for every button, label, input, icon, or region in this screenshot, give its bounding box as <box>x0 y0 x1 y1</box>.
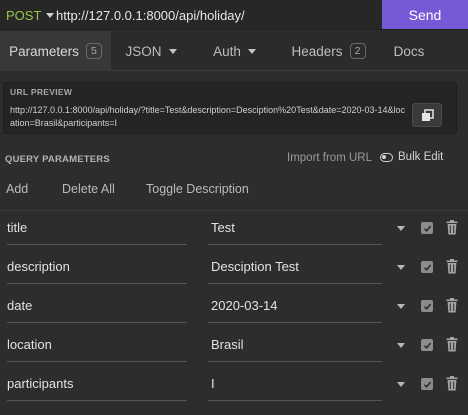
trash-icon[interactable] <box>446 337 458 352</box>
chevron-down-icon[interactable] <box>397 265 405 270</box>
import-from-url-button[interactable]: Import from URL <box>287 152 372 164</box>
param-name-input[interactable]: location <box>7 328 187 362</box>
param-row: title Test <box>0 211 468 245</box>
param-row: description Desciption Test <box>0 250 468 284</box>
tab-docs[interactable]: Docs <box>379 31 439 71</box>
check-icon <box>423 302 431 310</box>
trash-icon[interactable] <box>446 259 458 274</box>
enable-checkbox[interactable] <box>421 261 433 273</box>
enable-checkbox[interactable] <box>421 378 433 390</box>
param-value-input[interactable]: 2020-03-14 <box>208 289 382 323</box>
copy-icon <box>421 108 434 121</box>
chevron-down-icon <box>168 48 177 54</box>
param-row: participants I <box>0 367 468 401</box>
url-preview-title: URL PREVIEW <box>10 87 73 97</box>
chevron-down-icon[interactable] <box>397 226 405 231</box>
enable-checkbox[interactable] <box>421 222 433 234</box>
param-value-input[interactable]: Desciption Test <box>208 250 382 284</box>
trash-icon[interactable] <box>446 298 458 313</box>
tab-count-badge: 5 <box>85 43 102 59</box>
enable-checkbox[interactable] <box>421 339 433 351</box>
url-preview: URL PREVIEW http://127.0.0.1:8000/api/ho… <box>3 82 457 134</box>
param-row: location Brasil <box>0 328 468 362</box>
url-input[interactable] <box>56 6 376 24</box>
chevron-down-icon <box>247 48 256 54</box>
toggle-icon <box>380 152 393 162</box>
method-selector[interactable]: POST <box>6 6 55 24</box>
method-label: POST <box>6 7 42 23</box>
param-value-input[interactable]: Brasil <box>208 328 382 362</box>
param-name-input[interactable]: participants <box>7 367 187 401</box>
bulk-edit-label: Bulk Edit <box>398 151 444 163</box>
enable-checkbox[interactable] <box>421 300 433 312</box>
request-tabs: Parameters 5 JSON Auth Headers 2 Docs <box>0 31 468 71</box>
delete-all-button[interactable]: Delete All <box>62 182 115 196</box>
param-row: date 2020-03-14 <box>0 289 468 323</box>
param-name-input[interactable]: description <box>7 250 187 284</box>
check-icon <box>423 224 431 232</box>
request-url-bar: POST Send <box>0 0 468 30</box>
tab-label: Parameters <box>9 43 79 59</box>
param-value-input[interactable]: Test <box>208 211 382 245</box>
send-button[interactable]: Send <box>382 0 468 29</box>
param-value-input[interactable]: I <box>208 367 382 401</box>
chevron-down-icon[interactable] <box>397 343 405 348</box>
tab-label: JSON <box>125 43 162 59</box>
tab-count-badge: 2 <box>349 43 366 59</box>
trash-icon[interactable] <box>446 220 458 235</box>
tab-json[interactable]: JSON <box>111 31 191 71</box>
param-name-input[interactable]: title <box>7 211 187 245</box>
query-parameters-title: QUERY PARAMETERS <box>5 154 110 165</box>
toggle-description-button[interactable]: Toggle Description <box>146 182 249 196</box>
url-preview-text: http://127.0.0.1:8000/api/holiday/?title… <box>10 105 406 128</box>
tab-label: Auth <box>213 43 241 59</box>
check-icon <box>423 263 431 271</box>
chevron-down-icon[interactable] <box>397 382 405 387</box>
param-name-input[interactable]: date <box>7 289 187 323</box>
trash-icon[interactable] <box>446 376 458 391</box>
chevron-down-icon <box>46 13 55 18</box>
add-button[interactable]: Add <box>6 182 28 196</box>
tab-parameters[interactable]: Parameters 5 <box>0 31 111 71</box>
tab-label: Docs <box>393 43 425 59</box>
chevron-down-icon[interactable] <box>397 304 405 309</box>
tab-auth[interactable]: Auth <box>191 31 278 71</box>
bulk-edit-toggle[interactable]: Bulk Edit <box>380 151 443 163</box>
check-icon <box>423 341 431 349</box>
copy-url-button[interactable] <box>412 103 442 127</box>
tab-label: Headers <box>291 43 343 59</box>
tab-headers[interactable]: Headers 2 <box>278 31 379 71</box>
check-icon <box>423 380 431 388</box>
